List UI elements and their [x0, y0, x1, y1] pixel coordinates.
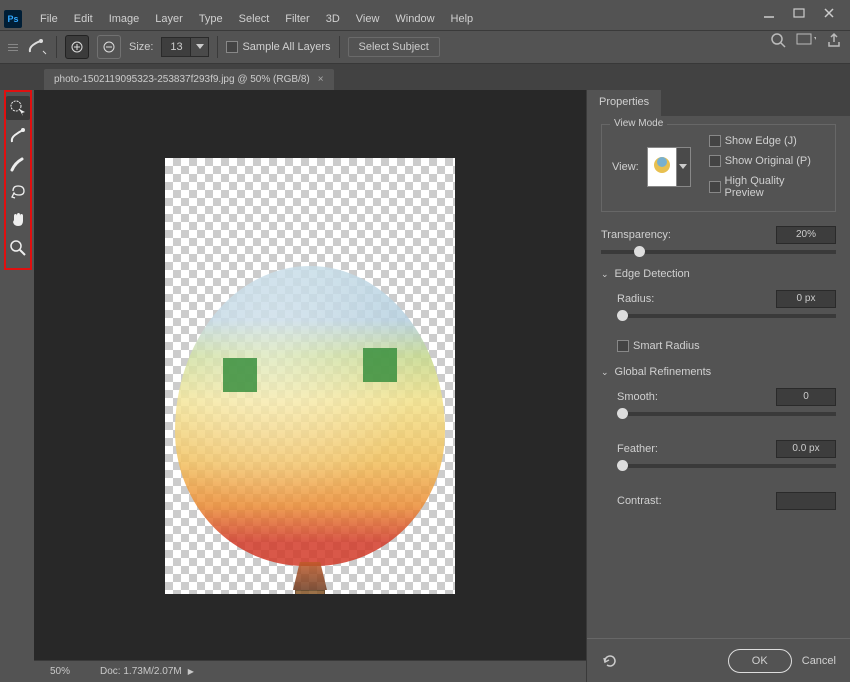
- zoom-level[interactable]: 50%: [50, 666, 70, 677]
- properties-panel: Properties View Mode View: Show Edge (J)…: [586, 90, 850, 682]
- feather-value[interactable]: 0.0 px: [776, 440, 836, 458]
- contrast-label: Contrast:: [617, 495, 662, 507]
- drag-handle-icon[interactable]: [8, 36, 18, 58]
- view-mode-group: View Mode View: Show Edge (J) Show Origi…: [601, 124, 836, 212]
- radius-slider[interactable]: [617, 314, 836, 318]
- sample-all-layers-checkbox[interactable]: Sample All Layers: [226, 41, 330, 53]
- chevron-down-icon: ⌄: [601, 269, 609, 280]
- sample-all-label: Sample All Layers: [242, 41, 330, 53]
- close-tab-icon[interactable]: ×: [318, 74, 324, 85]
- window-close-button[interactable]: [814, 3, 844, 23]
- cancel-button[interactable]: Cancel: [802, 655, 836, 667]
- document-tab[interactable]: photo-1502119095323-253837f293f9.jpg @ 5…: [44, 69, 334, 90]
- feather-slider[interactable]: [617, 464, 836, 468]
- app-logo: Ps: [4, 10, 22, 28]
- smart-radius-label: Smart Radius: [633, 340, 700, 352]
- menu-file[interactable]: File: [32, 8, 66, 30]
- edge-detection-section[interactable]: ⌄ Edge Detection: [601, 268, 836, 280]
- radius-label: Radius:: [617, 293, 654, 305]
- doc-size-info[interactable]: Doc: 1.73M/2.07M: [100, 666, 182, 677]
- screen-mode-icon[interactable]: [796, 33, 816, 47]
- menu-window[interactable]: Window: [387, 8, 442, 30]
- chevron-down-icon: ⌄: [601, 367, 609, 378]
- global-refinements-title: Global Refinements: [615, 366, 712, 378]
- search-icon[interactable]: [770, 32, 786, 48]
- window-maximize-button[interactable]: [784, 3, 814, 23]
- global-refinements-section[interactable]: ⌄ Global Refinements: [601, 366, 836, 378]
- transparency-value[interactable]: 20%: [776, 226, 836, 244]
- menu-help[interactable]: Help: [443, 8, 482, 30]
- artboard: [165, 158, 455, 594]
- chevron-right-icon[interactable]: ▶: [188, 667, 194, 676]
- transparency-label: Transparency:: [601, 229, 671, 241]
- show-original-label: Show Original (P): [725, 155, 811, 167]
- document-tab-title: photo-1502119095323-253837f293f9.jpg @ 5…: [54, 74, 310, 85]
- menu-image[interactable]: Image: [101, 8, 148, 30]
- menu-edit[interactable]: Edit: [66, 8, 101, 30]
- window-minimize-button[interactable]: [754, 3, 784, 23]
- show-original-checkbox[interactable]: Show Original (P): [709, 155, 825, 167]
- add-to-selection-button[interactable]: [65, 35, 89, 59]
- menu-layer[interactable]: Layer: [147, 8, 191, 30]
- feather-label: Feather:: [617, 443, 658, 455]
- smooth-value[interactable]: 0: [776, 388, 836, 406]
- smooth-slider[interactable]: [617, 412, 836, 416]
- select-subject-button[interactable]: Select Subject: [348, 37, 440, 57]
- share-icon[interactable]: [826, 32, 842, 48]
- menu-view[interactable]: View: [348, 8, 388, 30]
- contrast-value[interactable]: [776, 492, 836, 510]
- brush-tool[interactable]: [6, 152, 30, 176]
- lasso-tool[interactable]: [6, 180, 30, 204]
- smooth-label: Smooth:: [617, 391, 658, 403]
- menu-select[interactable]: Select: [231, 8, 278, 30]
- transparency-slider[interactable]: [601, 250, 836, 254]
- menu-type[interactable]: Type: [191, 8, 231, 30]
- brush-size-field[interactable]: [161, 37, 191, 57]
- high-quality-label: High Quality Preview: [725, 175, 825, 199]
- radius-value[interactable]: 0 px: [776, 290, 836, 308]
- smart-radius-checkbox[interactable]: Smart Radius: [617, 340, 836, 352]
- show-edge-checkbox[interactable]: Show Edge (J): [709, 135, 825, 147]
- menu-bar: Ps File Edit Image Layer Type Select Fil…: [0, 8, 850, 30]
- tool-preset-picker[interactable]: [26, 36, 48, 58]
- canvas-area[interactable]: 50% Doc: 1.73M/2.07M ▶: [34, 90, 586, 682]
- high-quality-checkbox[interactable]: High Quality Preview: [709, 175, 825, 199]
- menu-3d[interactable]: 3D: [318, 8, 348, 30]
- checkbox-icon: [226, 41, 238, 53]
- brush-size-input[interactable]: [161, 37, 209, 57]
- options-bar: Size: Sample All Layers Select Subject: [0, 30, 850, 64]
- view-label: View:: [612, 161, 639, 173]
- quick-selection-tool[interactable]: [6, 96, 30, 120]
- panel-tab-properties[interactable]: Properties: [587, 90, 661, 116]
- brush-size-label: Size:: [129, 41, 153, 53]
- edge-detection-title: Edge Detection: [615, 268, 690, 280]
- brush-size-dropdown[interactable]: [191, 37, 209, 57]
- subtract-from-selection-button[interactable]: [97, 35, 121, 59]
- view-dropdown[interactable]: [677, 147, 691, 187]
- zoom-tool[interactable]: [6, 236, 30, 260]
- view-thumbnail[interactable]: [647, 147, 677, 187]
- show-edge-label: Show Edge (J): [725, 135, 797, 147]
- document-tab-bar: photo-1502119095323-253837f293f9.jpg @ 5…: [0, 64, 850, 90]
- reset-icon[interactable]: [601, 653, 619, 669]
- ok-button[interactable]: OK: [728, 649, 792, 673]
- status-bar: 50% Doc: 1.73M/2.07M ▶: [34, 660, 586, 682]
- menu-filter[interactable]: Filter: [277, 8, 317, 30]
- refine-edge-brush-tool[interactable]: [6, 124, 30, 148]
- hand-tool[interactable]: [6, 208, 30, 232]
- view-mode-legend: View Mode: [610, 118, 667, 129]
- select-and-mask-toolbar: [4, 90, 32, 270]
